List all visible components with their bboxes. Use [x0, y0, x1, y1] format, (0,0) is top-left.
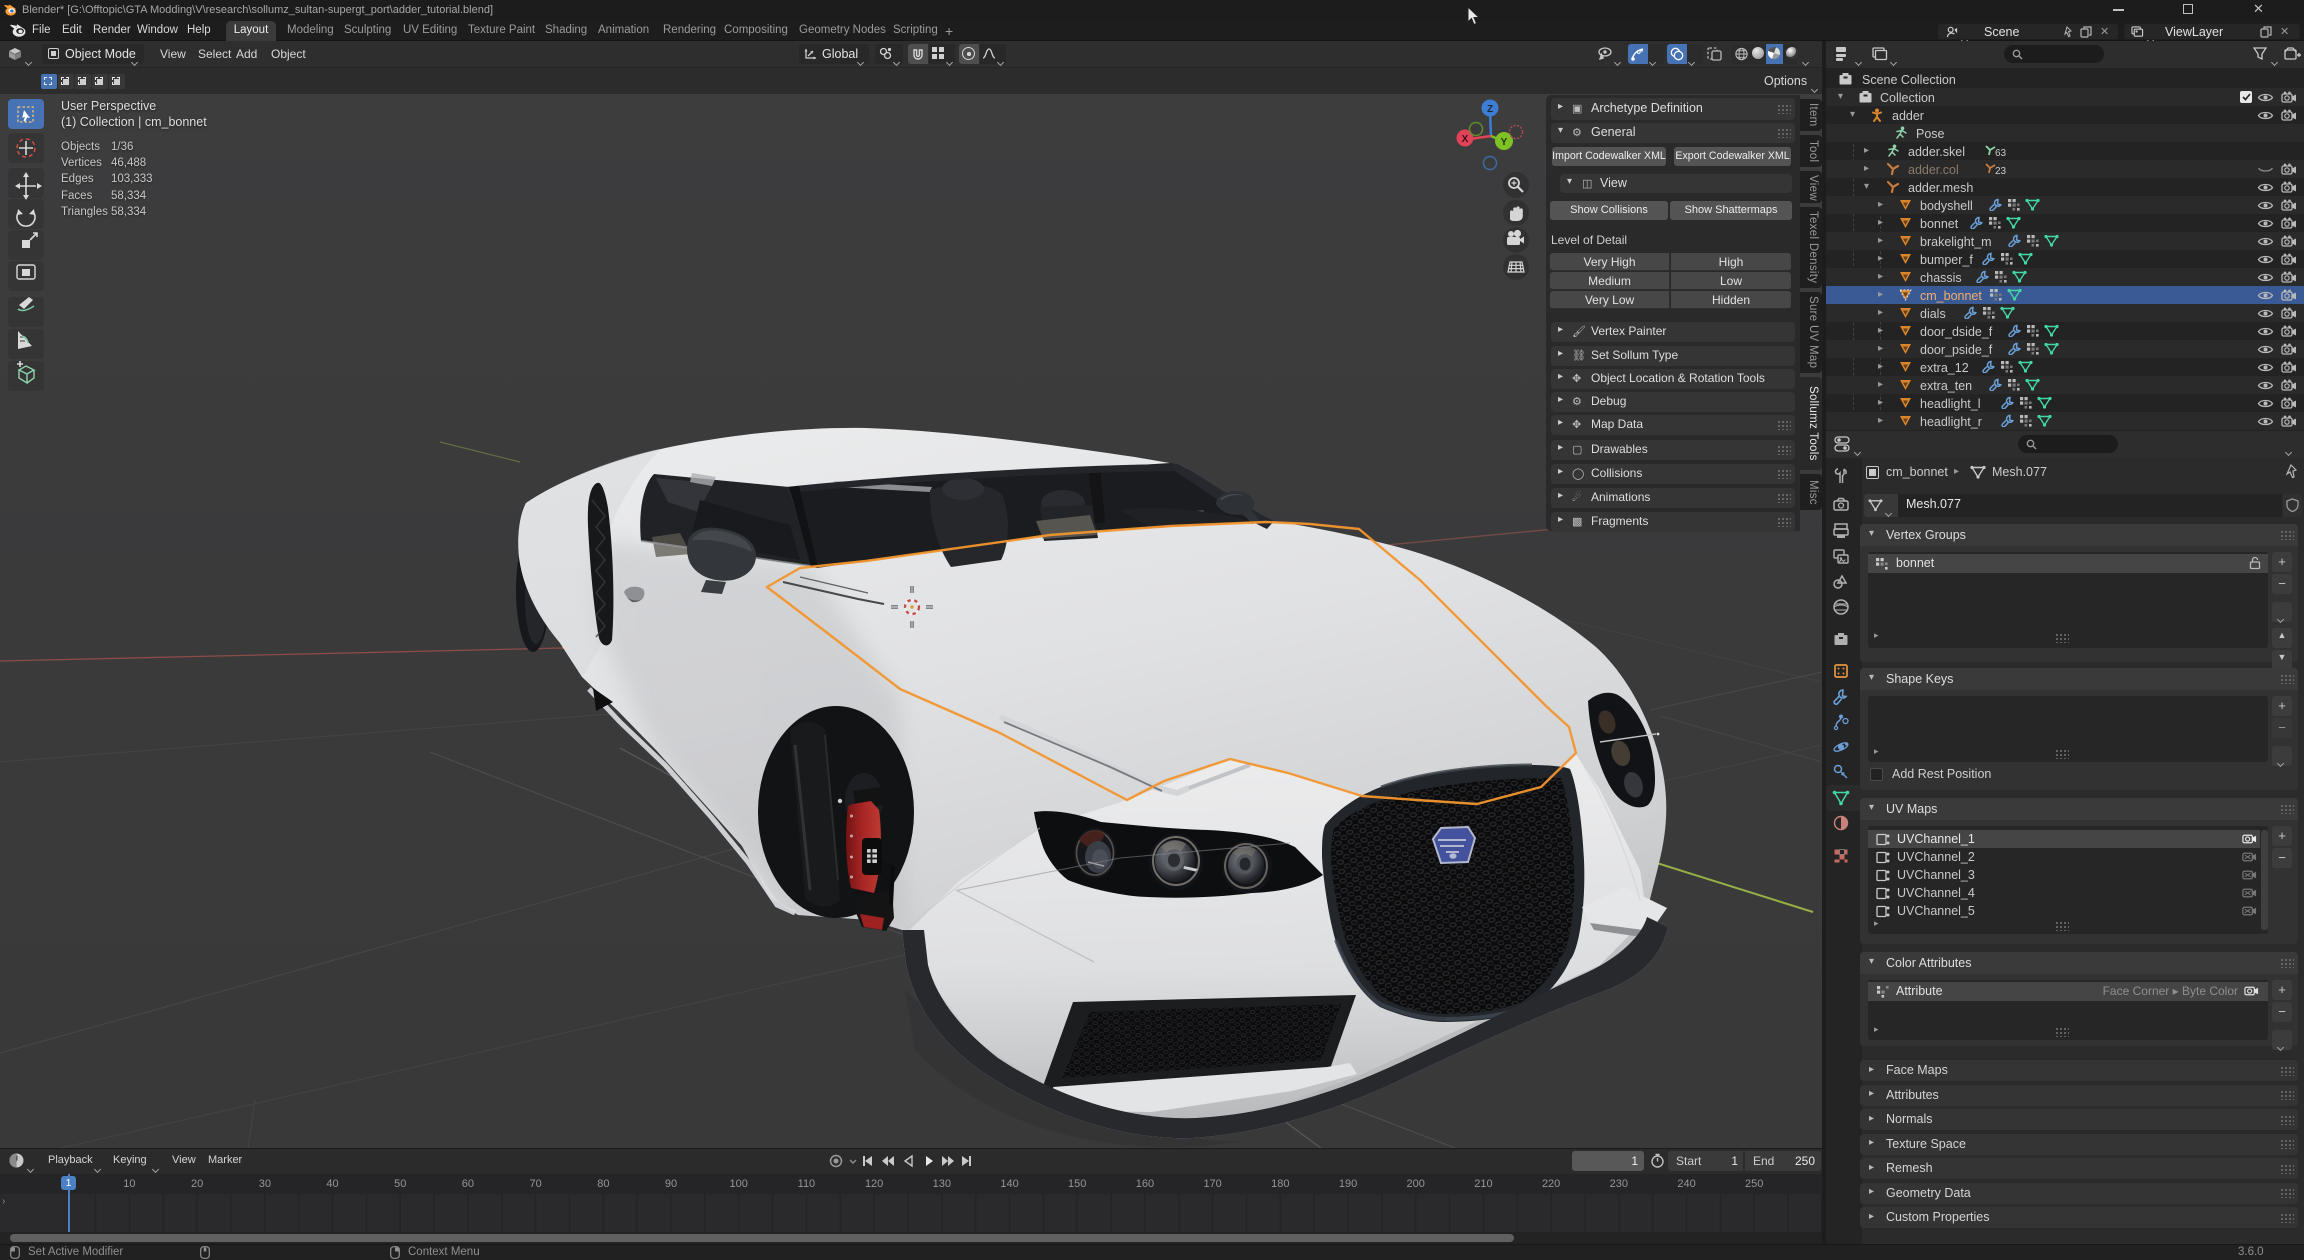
svg-text:X: X [1462, 134, 1469, 145]
svg-text:Y: Y [1501, 137, 1508, 148]
svg-text:Z: Z [1487, 104, 1493, 115]
